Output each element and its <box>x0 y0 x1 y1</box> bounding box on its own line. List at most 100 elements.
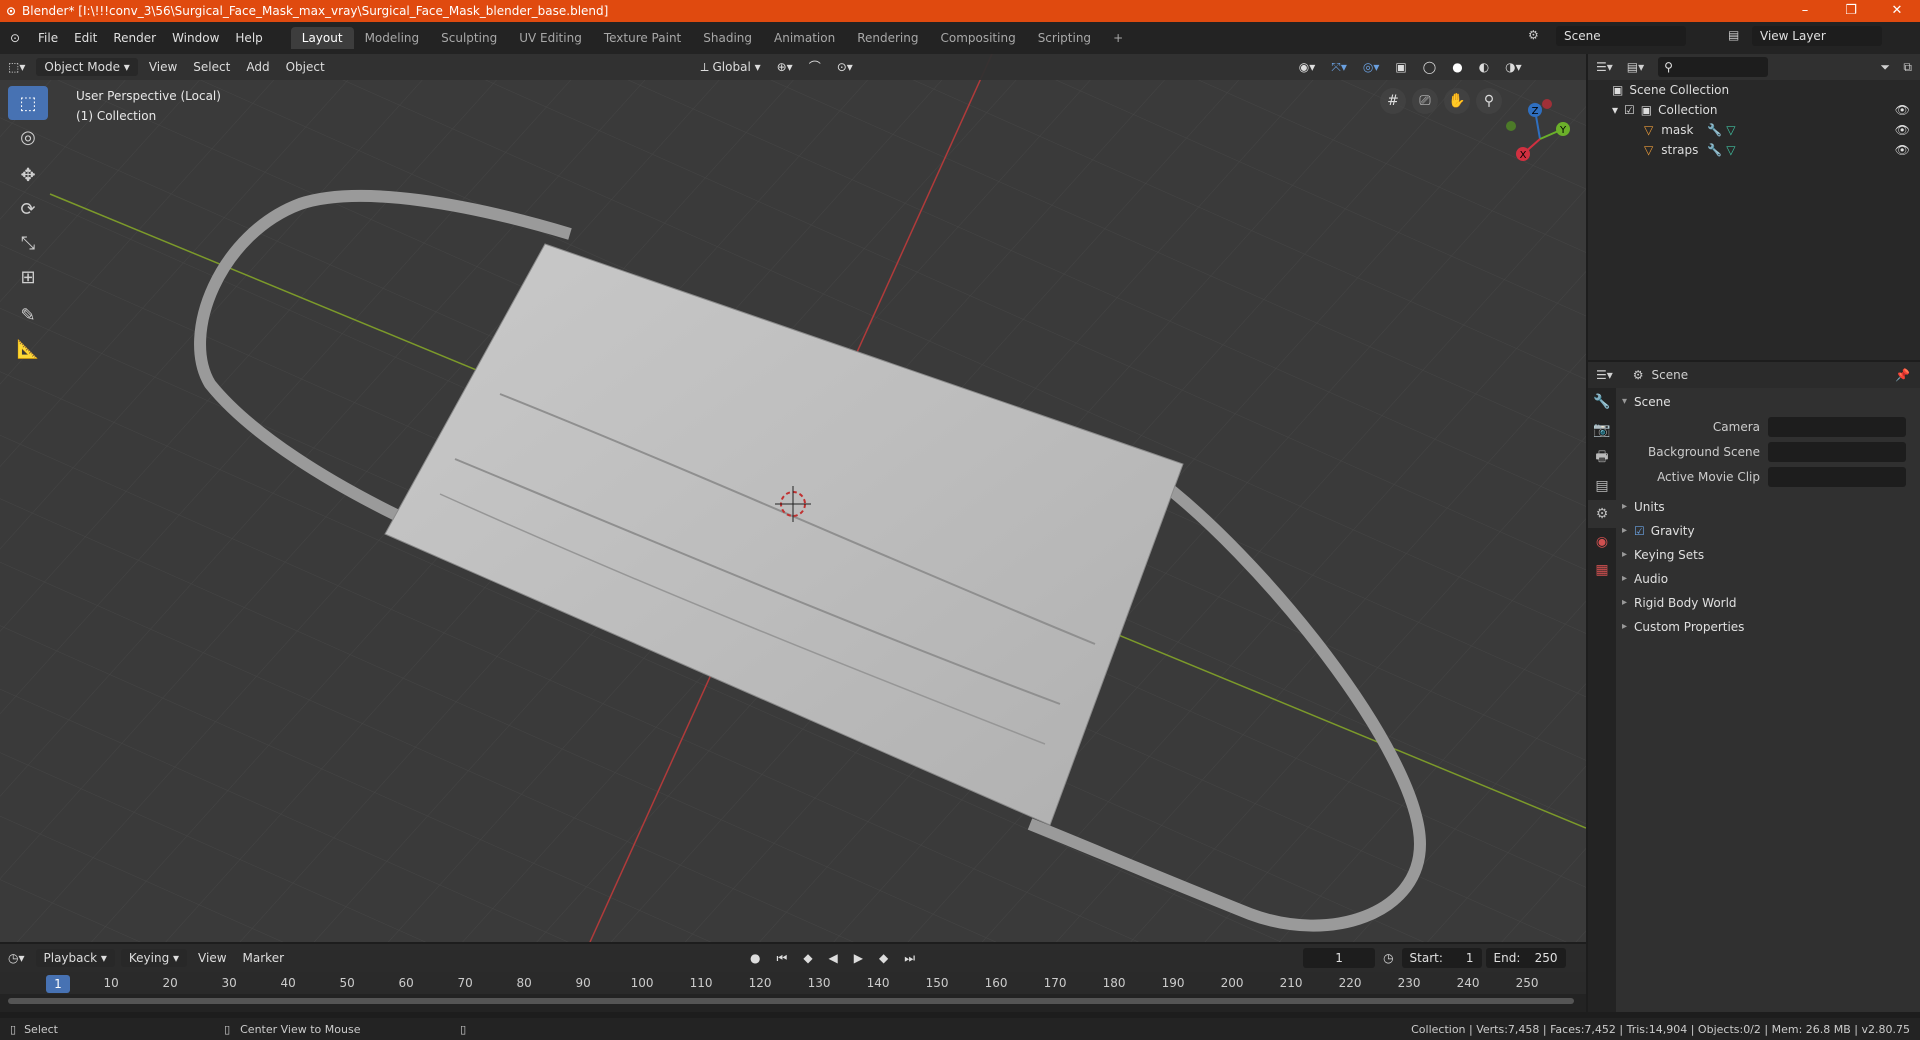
tab-uv-editing[interactable]: UV Editing <box>508 27 593 49</box>
keying-menu[interactable]: Keying ▾ <box>120 949 188 967</box>
marker-menu[interactable]: Marker <box>235 949 292 967</box>
play-reverse-icon[interactable]: ◀ <box>821 949 846 967</box>
tab-scripting[interactable]: Scripting <box>1027 27 1102 49</box>
close-button[interactable]: ✕ <box>1874 0 1920 22</box>
menu-render[interactable]: Render <box>105 27 164 49</box>
tab-animation[interactable]: Animation <box>763 27 846 49</box>
tab-shading[interactable]: Shading <box>692 27 763 49</box>
scene-selector[interactable]: Scene <box>1556 26 1686 46</box>
menu-help[interactable]: Help <box>227 27 270 49</box>
visibility-icon[interactable]: ◉▾ <box>1291 58 1324 76</box>
grid-view-icon[interactable]: # <box>1380 88 1406 114</box>
annotate-tool-icon[interactable]: ✎ <box>8 298 48 332</box>
render-tab-icon[interactable]: 📷 <box>1588 416 1616 444</box>
play-icon[interactable]: ▶ <box>846 949 871 967</box>
maximize-button[interactable]: ❐ <box>1828 0 1874 22</box>
tab-rendering[interactable]: Rendering <box>846 27 929 49</box>
gravity-checkbox[interactable]: ☑ <box>1634 524 1645 538</box>
menu-window[interactable]: Window <box>164 27 227 49</box>
tool-tab-icon[interactable]: 🔧 <box>1588 388 1616 416</box>
menu-view[interactable]: View <box>141 58 185 76</box>
eye-icon[interactable]: 👁 <box>1895 123 1910 137</box>
clock-icon[interactable]: ◷ <box>1375 949 1401 967</box>
background-scene-field[interactable] <box>1768 441 1906 462</box>
expand-arrow-icon[interactable]: ▾ <box>1612 103 1618 117</box>
mode-dropdown[interactable]: Object Mode ▾ <box>36 58 138 76</box>
units-panel-header[interactable]: Units <box>1618 495 1918 519</box>
menu-object[interactable]: Object <box>278 58 333 76</box>
measure-tool-icon[interactable]: 📐 <box>8 332 48 366</box>
rendered-shading-icon[interactable]: ◑▾ <box>1497 58 1530 76</box>
blender-menu-icon[interactable]: ⊙ <box>0 27 30 49</box>
timeline-ruler[interactable]: 1 10 20 30 40 50 60 70 80 90 100 110 120 130 140 150 160… <box>0 972 1586 994</box>
filter-icon[interactable]: ⏷ <box>1880 60 1890 75</box>
active-movie-clip-field[interactable] <box>1768 466 1906 487</box>
camera-field[interactable] <box>1768 416 1906 437</box>
world-tab-icon[interactable]: ◉ <box>1588 528 1616 556</box>
tab-compositing[interactable]: Compositing <box>929 27 1026 49</box>
outliner-row-mask[interactable]: ▽ mask 🔧 ▽ 👁 <box>1588 120 1920 140</box>
checkbox-icon[interactable]: ☑ <box>1624 103 1635 117</box>
gravity-panel-header[interactable]: ☑ Gravity <box>1618 519 1918 543</box>
overlay-toggle-icon[interactable]: ◎▾ <box>1355 58 1388 76</box>
menu-select[interactable]: Select <box>185 58 238 76</box>
editor-type-icon[interactable]: ⬚▾ <box>0 58 33 76</box>
record-icon[interactable]: ● <box>742 949 768 967</box>
gizmo-toggle-icon[interactable]: ⤧▾ <box>1323 58 1355 76</box>
playback-menu[interactable]: Playback ▾ <box>35 949 115 967</box>
menu-add[interactable]: Add <box>238 58 277 76</box>
menu-file[interactable]: File <box>30 27 66 49</box>
add-workspace-button[interactable]: + <box>1102 27 1134 49</box>
new-collection-icon[interactable]: ⧉ <box>1903 60 1912 75</box>
scene-tab-icon[interactable]: ⚙ <box>1588 500 1616 528</box>
outliner-row-scene-collection[interactable]: ▣ Scene Collection <box>1588 80 1920 100</box>
timeline-editor-icon[interactable]: ◷▾ <box>0 949 33 967</box>
solid-shading-icon[interactable]: ● <box>1444 58 1470 76</box>
tab-modeling[interactable]: Modeling <box>354 27 431 49</box>
jump-start-icon[interactable]: ⏮ <box>769 949 796 967</box>
camera-view-icon[interactable]: ⎚ <box>1412 88 1438 114</box>
display-mode-icon[interactable]: ▤▾ <box>1627 60 1644 74</box>
custom-properties-panel-header[interactable]: Custom Properties <box>1618 615 1918 639</box>
outliner-editor-icon[interactable]: ☰▾ <box>1596 60 1613 74</box>
current-frame-field[interactable]: 1 <box>1303 948 1376 968</box>
rigid-body-world-panel-header[interactable]: Rigid Body World <box>1618 591 1918 615</box>
wireframe-shading-icon[interactable]: ◯ <box>1415 58 1444 76</box>
outliner-search-input[interactable]: ⚲ <box>1658 57 1769 77</box>
tab-layout[interactable]: Layout <box>290 27 354 49</box>
proportional-edit-icon[interactable]: ⊙▾ <box>829 58 861 76</box>
timeline-view-menu[interactable]: View <box>190 949 234 967</box>
cursor-tool-icon[interactable]: ◎ <box>8 120 48 154</box>
snap-icon[interactable]: ⌒ <box>801 58 829 76</box>
eye-icon[interactable]: 👁 <box>1895 103 1910 117</box>
next-keyframe-icon[interactable]: ◆ <box>871 949 896 967</box>
pivot-icon[interactable]: ⊕▾ <box>769 58 801 76</box>
end-frame-field[interactable]: End: 250 <box>1485 948 1566 968</box>
output-tab-icon[interactable]: 🖶 <box>1588 444 1616 472</box>
select-box-tool-icon[interactable]: ⬚ <box>8 86 48 120</box>
outliner-row-collection[interactable]: ▾ ☑ ▣ Collection 👁 <box>1588 100 1920 120</box>
view-layer-selector[interactable]: View Layer <box>1752 26 1882 46</box>
minimize-button[interactable]: – <box>1782 0 1828 22</box>
keying-sets-panel-header[interactable]: Keying Sets <box>1618 543 1918 567</box>
eye-icon[interactable]: 👁 <box>1895 143 1910 157</box>
transform-orientation-dropdown[interactable]: ⟂ Global ▾ <box>693 58 769 76</box>
material-shading-icon[interactable]: ◐ <box>1471 58 1497 76</box>
tab-sculpting[interactable]: Sculpting <box>430 27 508 49</box>
menu-edit[interactable]: Edit <box>66 27 105 49</box>
pan-hand-icon[interactable]: ✋ <box>1444 88 1470 114</box>
zoom-icon[interactable]: ⚲ <box>1476 88 1502 114</box>
rotate-tool-icon[interactable]: ⟳ <box>8 192 48 226</box>
view-layer-tab-icon[interactable]: ▤ <box>1588 472 1616 500</box>
move-tool-icon[interactable]: ✥ <box>8 158 48 192</box>
pin-icon[interactable]: 📌 <box>1895 368 1910 382</box>
tab-texture-paint[interactable]: Texture Paint <box>593 27 692 49</box>
scene-panel-header[interactable]: Scene <box>1618 390 1918 414</box>
transform-tool-icon[interactable]: ⊞ <box>8 260 48 294</box>
3d-viewport[interactable]: Z Y X <box>0 54 1586 942</box>
jump-end-icon[interactable]: ⏭ <box>896 949 923 967</box>
scale-tool-icon[interactable]: ⤡ <box>8 226 48 260</box>
outliner-row-straps[interactable]: ▽ straps 🔧 ▽ 👁 <box>1588 140 1920 160</box>
audio-panel-header[interactable]: Audio <box>1618 567 1918 591</box>
texture-tab-icon[interactable]: ▦ <box>1588 556 1616 584</box>
